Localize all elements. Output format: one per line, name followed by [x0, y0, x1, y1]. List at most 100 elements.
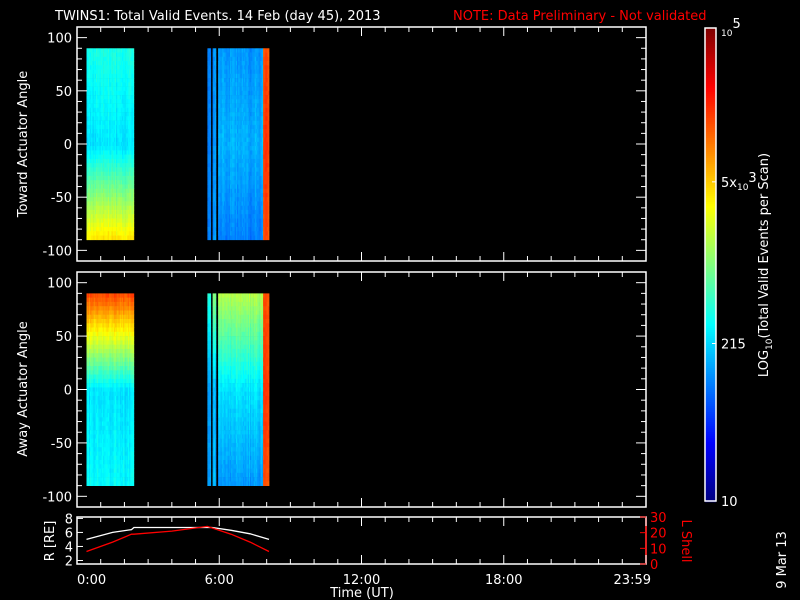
heatmap-cell [267, 69, 270, 75]
heatmap-cell [215, 154, 217, 160]
heatmap-cell [132, 209, 135, 215]
heatmap-cell [267, 192, 270, 198]
heatmap-cell [267, 188, 270, 194]
heatmap-cell [267, 48, 270, 53]
heatmap-cell [132, 116, 135, 121]
heatmap-cell [132, 86, 135, 92]
heatmap-cell [215, 65, 217, 70]
heatmap-cell [209, 52, 212, 58]
heatmap-cell [209, 192, 212, 198]
heatmap-cell [215, 167, 217, 172]
heatmap-cell [215, 222, 217, 228]
heatmap-cell [267, 116, 270, 121]
heatmap-cell [209, 197, 212, 202]
heatmap-cell [267, 95, 270, 100]
heatmap-cell [267, 78, 270, 83]
heatmap-cell [215, 86, 217, 92]
heatmap-cell [209, 158, 212, 164]
heatmap-cell [209, 167, 212, 172]
heatmap-cell [215, 99, 217, 104]
heatmap-cell [209, 99, 212, 104]
heatmap-cell [215, 171, 217, 177]
heatmap-cell [215, 95, 217, 100]
heatmap-cell [215, 107, 217, 113]
heatmap-cell [215, 163, 217, 168]
heatmap-cell [132, 171, 135, 177]
heatmap-cell [132, 184, 135, 189]
heatmap-cell [209, 124, 212, 130]
heatmap-cell [215, 103, 217, 109]
heatmap-cell [132, 214, 135, 219]
heatmap-cell [215, 73, 217, 79]
heatmap-cell [209, 120, 212, 126]
heatmap-cell [209, 73, 212, 79]
heatmap-cell [215, 231, 217, 236]
heatmap-cell [132, 150, 135, 155]
heatmap-cell [209, 222, 212, 228]
heatmap-cell [215, 197, 217, 202]
heatmap-cell [209, 150, 212, 155]
heatmap-cell [215, 61, 217, 66]
heatmap-cell [267, 107, 270, 113]
heatmap-cell [215, 184, 217, 189]
heatmap-cell [209, 218, 212, 224]
heatmap-cell [132, 163, 135, 168]
toward-panel: 100500-50-100 [42, 26, 647, 262]
heatmap-cell [209, 65, 212, 70]
heatmap-cell [215, 141, 217, 147]
heatmap-cell [132, 146, 135, 151]
heatmap-cell [267, 120, 270, 126]
heatmap-cell [132, 205, 135, 211]
heatmap-cell [209, 61, 212, 66]
heatmap-cell [215, 180, 217, 185]
heatmap-cell [215, 56, 217, 62]
y-tick-label: 0 [64, 138, 72, 153]
heatmap-cell [267, 214, 270, 219]
heatmap-cell [267, 112, 270, 117]
y-tick-label: -50 [51, 191, 72, 206]
heatmap-cell [267, 158, 270, 164]
heatmap-cell [215, 120, 217, 126]
heatmap-cell [209, 146, 212, 151]
heatmap-cell [267, 146, 270, 151]
heatmap-cell [215, 52, 217, 58]
heatmap-cell [267, 222, 270, 228]
y-tick-label: 50 [55, 85, 72, 100]
heatmap-cell [209, 141, 212, 147]
heatmap-cell [209, 137, 212, 143]
heatmap-cell [209, 180, 212, 185]
heatmap-cell [267, 180, 270, 185]
heatmap-cell [267, 231, 270, 236]
heatmap-cell [267, 73, 270, 79]
heatmap-cell [215, 214, 217, 219]
heatmap-cell [132, 56, 135, 62]
heatmap-cell [209, 95, 212, 100]
heatmap-cell [267, 184, 270, 189]
heatmap-cell [267, 99, 270, 104]
heatmap-cell [267, 124, 270, 130]
heatmap-cell [132, 235, 135, 241]
heatmap-cell [215, 90, 217, 96]
heatmap-cell [267, 167, 270, 172]
heatmap-cell [209, 90, 212, 96]
heatmap-cell [132, 175, 135, 181]
heatmap-cell [132, 61, 135, 66]
heatmap-cell [132, 137, 135, 143]
heatmap-cell [209, 205, 212, 211]
heatmap-cell [132, 90, 135, 96]
heatmap-cell [215, 192, 217, 198]
heatmap-cell [267, 235, 270, 241]
heatmap-cell [267, 150, 270, 155]
panel-frame [76, 26, 647, 262]
heatmap-cell [215, 175, 217, 181]
heatmap-cell [267, 205, 270, 211]
heatmap-cell [132, 78, 135, 83]
heatmap-cell [215, 129, 217, 134]
heatmap-cell [132, 222, 135, 228]
heatmap-cell [267, 218, 270, 224]
heatmap-cell [215, 78, 217, 83]
heatmap-cell [267, 209, 270, 215]
y-tick-label: 100 [47, 32, 72, 47]
heatmap-cell [132, 107, 135, 113]
heatmap-cell [132, 218, 135, 224]
